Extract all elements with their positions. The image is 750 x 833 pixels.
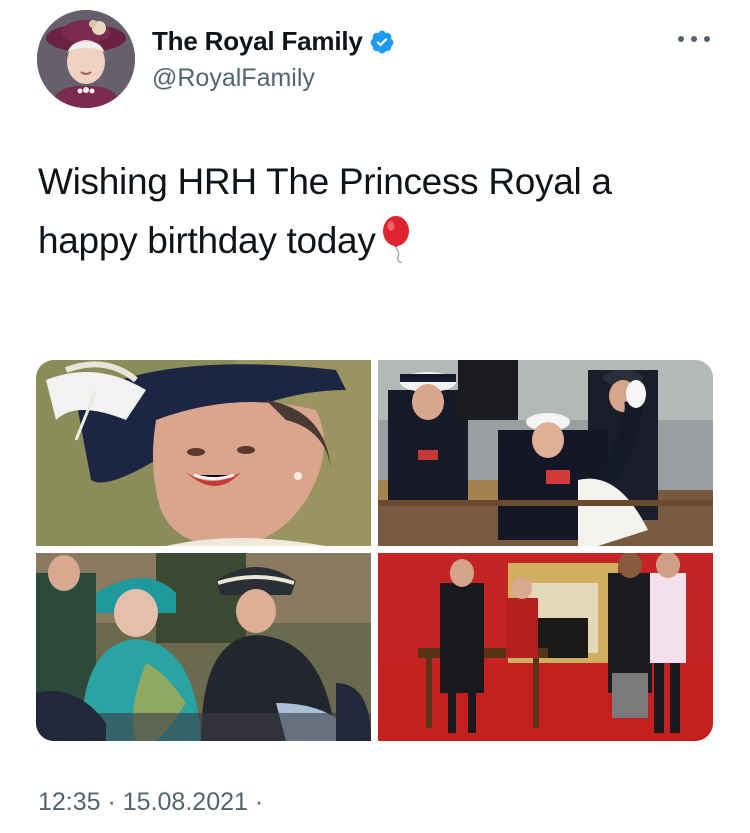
more-dot (678, 36, 684, 42)
photo-princess-investiture-ceremony[interactable] (378, 553, 713, 741)
more-dot (704, 36, 710, 42)
avatar-image (37, 10, 135, 108)
author-handle[interactable]: @RoyalFamily (152, 64, 315, 93)
author-name-row[interactable]: The Royal Family (152, 26, 395, 57)
tweet-text: Wishing HRH The Princess Royal a happy b… (38, 152, 718, 270)
author-avatar[interactable] (37, 10, 135, 108)
verified-badge-icon (370, 30, 394, 53)
tweet-timestamp[interactable]: 12:35 · 15.08.2021 · (38, 788, 263, 817)
photo-princess-portrait[interactable] (36, 360, 371, 546)
ceremony-photo-image (378, 553, 713, 741)
more-options-icon[interactable] (678, 33, 710, 45)
media-grid[interactable] (36, 360, 713, 741)
seated-photo-image (36, 553, 371, 741)
photo-queen-and-princess-seated[interactable] (36, 553, 371, 741)
tweet-text-body: Wishing HRH The Princess Royal a happy b… (38, 161, 612, 261)
more-dot (691, 36, 697, 42)
portrait-photo-image (36, 360, 371, 546)
author-display-name[interactable]: The Royal Family (152, 26, 363, 57)
balloon-icon (382, 216, 409, 263)
photo-princess-on-boat-waving[interactable] (378, 360, 713, 546)
boat-photo-image (378, 360, 713, 546)
